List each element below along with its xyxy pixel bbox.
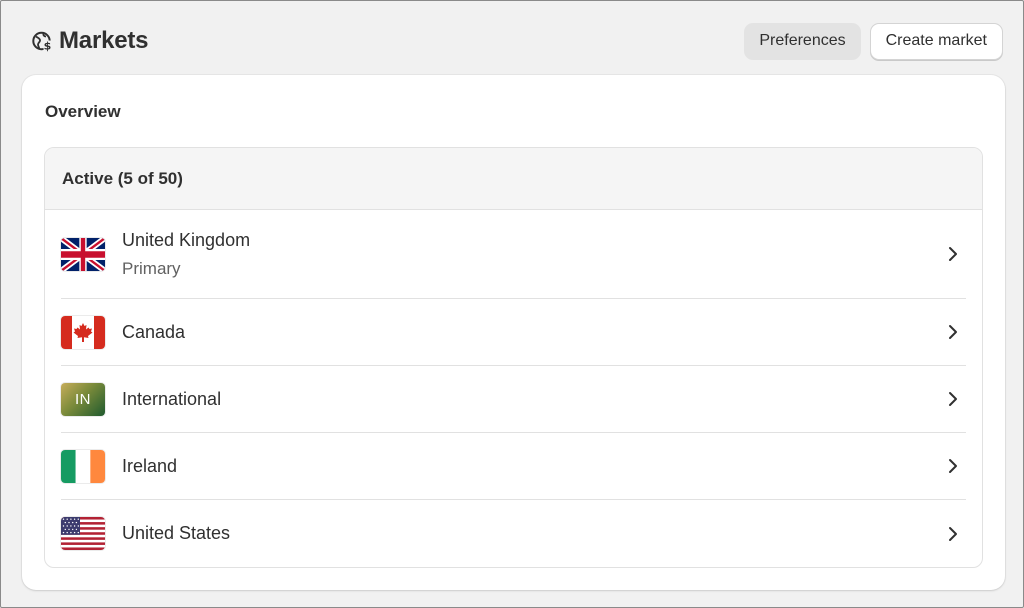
chevron-right-icon [949,526,957,541]
flag-uk-icon [61,237,105,271]
flag-canada-icon [61,315,105,349]
preferences-button[interactable]: Preferences [744,22,861,60]
markets-list: Active (5 of 50) United Kingdom Primary [44,147,983,568]
page-header: $ Markets Preferences Create market [31,22,1003,60]
market-name: Canada [122,321,186,342]
globe-icon: $ [31,30,53,53]
market-row-united-states[interactable]: United States [61,500,966,567]
flag-us-icon [61,517,105,550]
list-header: Active (5 of 50) [45,148,982,210]
chevron-right-icon [949,247,957,261]
market-row-ireland[interactable]: Ireland [61,433,966,500]
market-name: United Kingdom [122,229,251,250]
market-row-canada[interactable]: Canada [61,299,966,366]
window-frame: $ Markets Preferences Create market Over… [0,0,1024,608]
chevron-right-icon [949,459,957,473]
market-name: Ireland [122,455,178,476]
card-title: Overview [45,102,121,121]
primary-label: Primary [122,258,181,278]
page-title: Markets [59,27,149,54]
svg-text:$: $ [44,40,52,53]
chevron-right-icon [949,325,957,339]
international-badge-icon: IN [61,382,105,416]
market-row-united-kingdom[interactable]: United Kingdom Primary [61,210,966,299]
market-name: International [122,388,222,409]
title-group: $ Markets [31,27,149,55]
overview-card: Overview Active (5 of 50) United Kingdom [22,75,1005,590]
create-market-button[interactable]: Create market [869,22,1003,60]
market-name: United States [122,523,231,543]
chevron-right-icon [949,392,957,406]
market-row-international[interactable]: IN International [61,366,966,433]
flag-ireland-icon [61,449,105,483]
header-actions: Preferences Create market [744,22,1003,60]
